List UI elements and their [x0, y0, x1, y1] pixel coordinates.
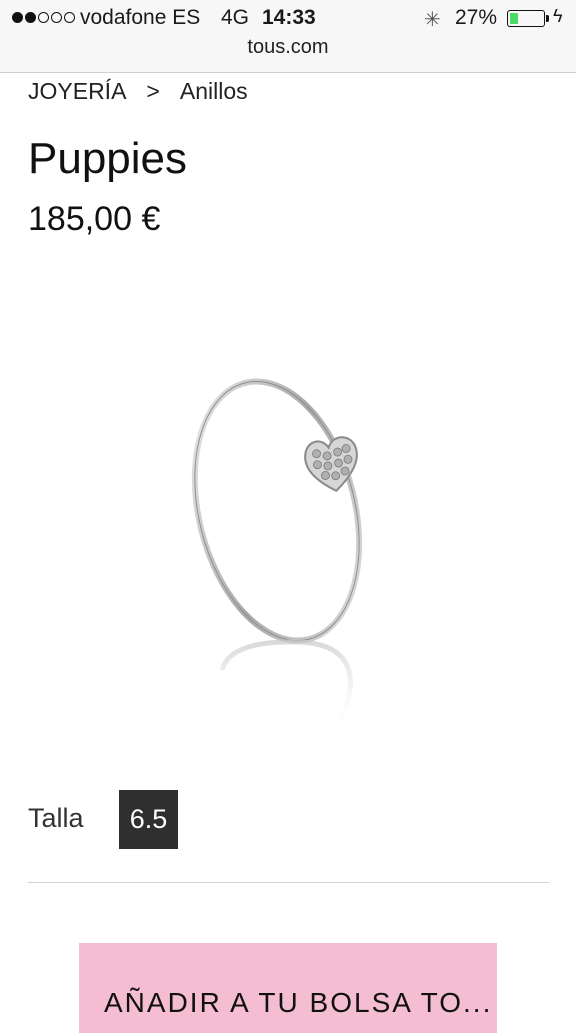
breadcrumb: JOYERÍA > Anillos — [28, 78, 248, 105]
product-title: Puppies — [28, 134, 188, 183]
signal-dots-icon — [12, 12, 75, 23]
battery-icon — [507, 10, 545, 27]
add-to-bag-button[interactable]: AÑADIR A TU BOLSA TO... — [79, 943, 497, 1033]
charging-bolt-icon: ϟ — [553, 6, 563, 26]
status-bar: vodafone ES 4G 14:33 ✳ 27% ϟ tous.com — [0, 0, 576, 73]
carrier-name: vodafone ES — [80, 6, 201, 29]
battery-cap — [546, 15, 549, 22]
breadcrumb-link-joyeria[interactable]: JOYERÍA — [28, 78, 126, 105]
loading-spinner-icon: ✳ — [424, 9, 441, 31]
divider — [28, 882, 549, 883]
status-time: 14:33 — [262, 6, 316, 29]
breadcrumb-separator: > — [146, 78, 160, 104]
ring-with-heart-pave-image[interactable] — [150, 340, 430, 760]
battery-percent: 27% — [455, 6, 498, 29]
network-type: 4G — [221, 6, 250, 29]
breadcrumb-link-anillos[interactable]: Anillos — [180, 78, 248, 105]
product-price: 185,00 € — [28, 200, 161, 238]
address-bar-url[interactable]: tous.com — [0, 36, 576, 59]
size-label: Talla — [28, 803, 84, 833]
size-option-selected[interactable]: 6.5 — [119, 790, 178, 849]
